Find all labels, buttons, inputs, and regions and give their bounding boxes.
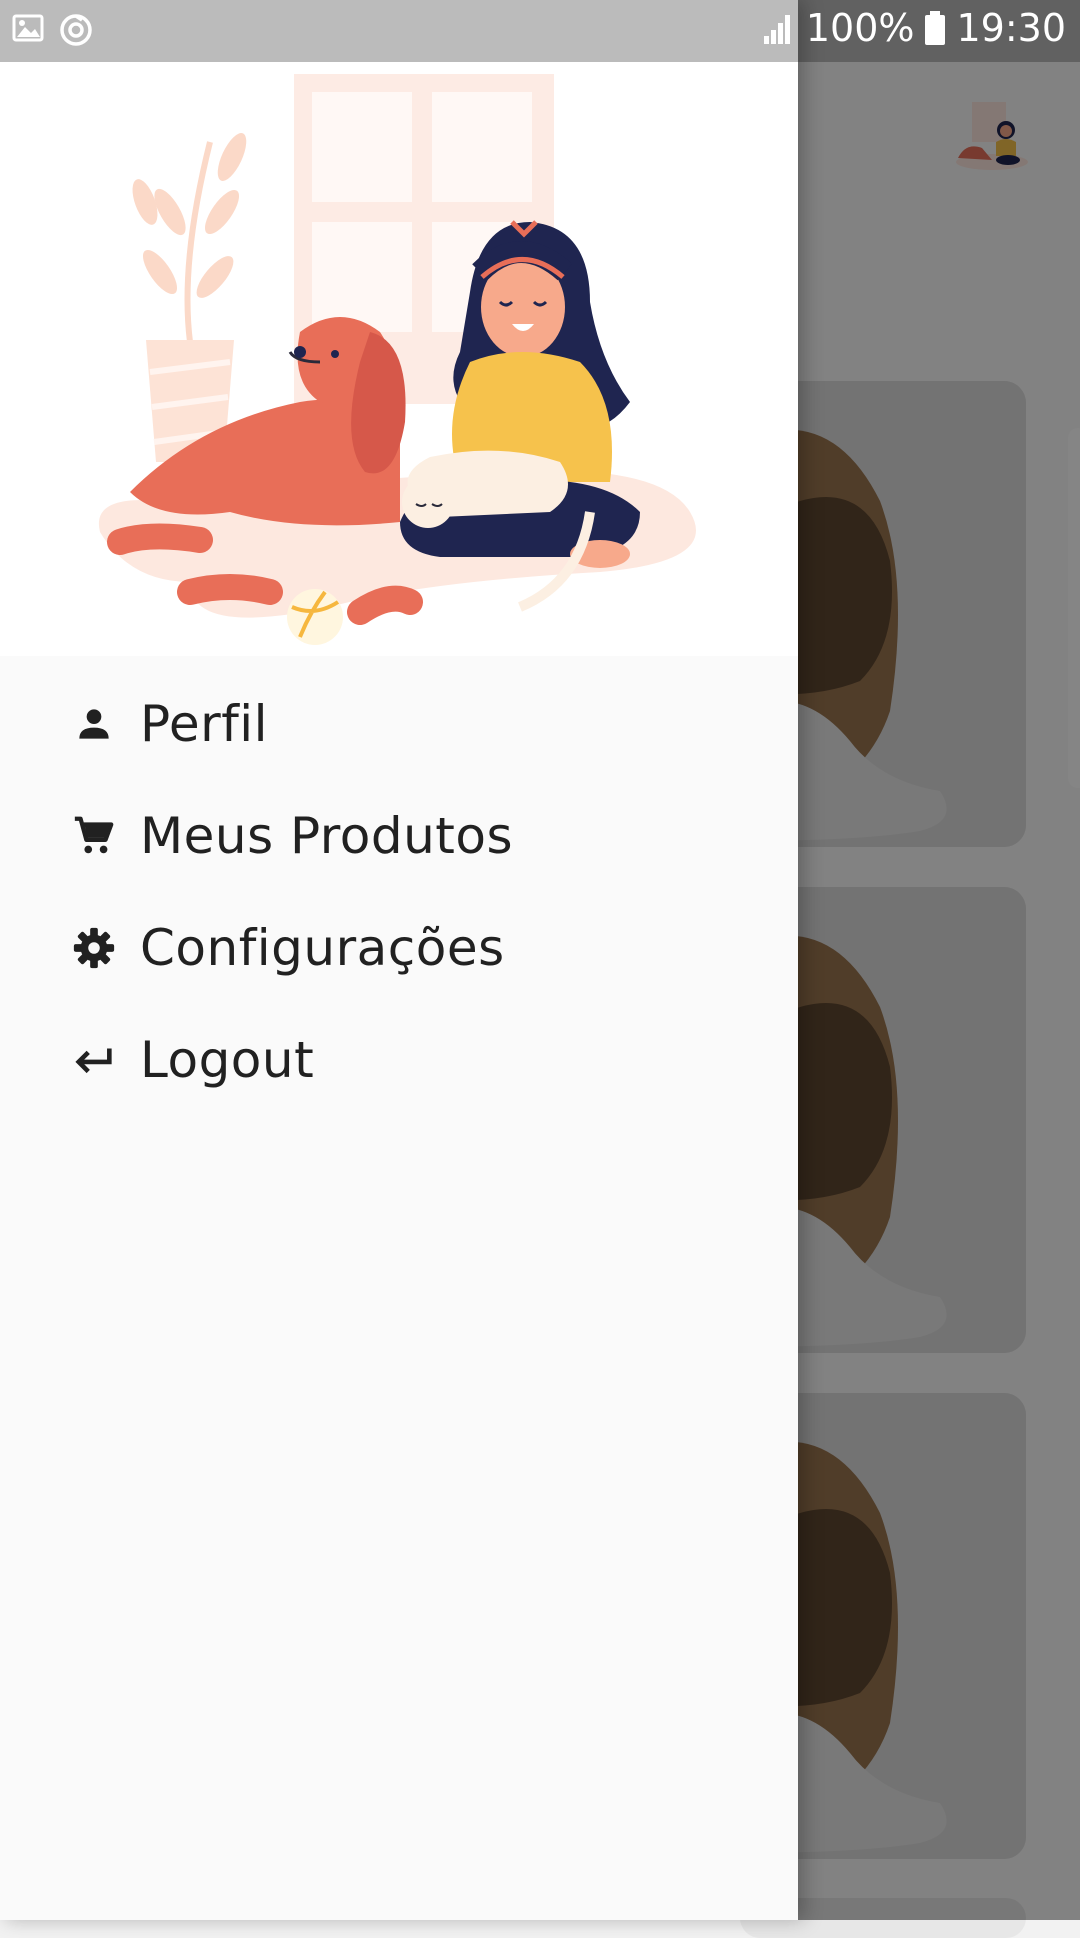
- menu-item-label: Configurações: [140, 919, 505, 977]
- gear-icon: [70, 924, 118, 972]
- navigation-drawer: Perfil Meus Produtos Configurações Logou…: [0, 0, 798, 1920]
- menu-item-configuracoes[interactable]: Configurações: [0, 892, 798, 1004]
- girl-with-dog-and-cat-illustration: [98, 74, 696, 645]
- cart-icon: [70, 812, 118, 860]
- battery-icon: [924, 10, 946, 46]
- drawer-header: [0, 62, 798, 656]
- menu-item-perfil[interactable]: Perfil: [0, 668, 798, 780]
- sync-icon: [58, 12, 94, 48]
- signal-icon: [760, 10, 796, 46]
- menu-item-label: Logout: [140, 1031, 315, 1089]
- menu-item-label: Perfil: [140, 695, 269, 753]
- image-icon: [12, 12, 44, 48]
- menu-item-logout[interactable]: Logout: [0, 1004, 798, 1116]
- battery-percent: 100%: [805, 6, 915, 50]
- drawer-menu: Perfil Meus Produtos Configurações Logou…: [0, 668, 798, 1116]
- status-bar: 100% 19:30: [0, 0, 1080, 62]
- clock: 19:30: [956, 6, 1066, 50]
- menu-item-label: Meus Produtos: [140, 807, 514, 865]
- logout-arrow-icon: [70, 1036, 118, 1084]
- person-icon: [70, 700, 118, 748]
- menu-item-meus-produtos[interactable]: Meus Produtos: [0, 780, 798, 892]
